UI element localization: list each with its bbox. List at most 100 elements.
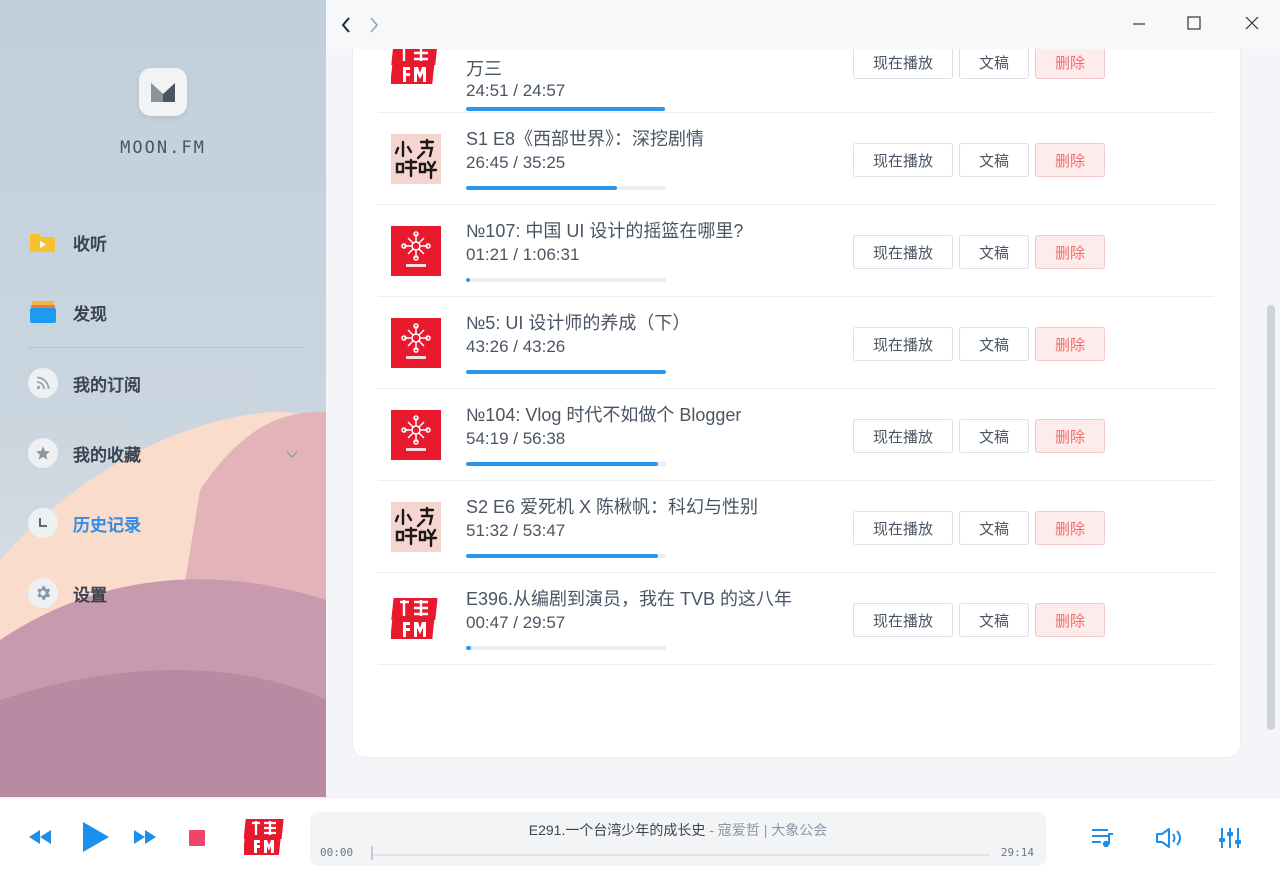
play-icon[interactable] bbox=[78, 820, 112, 854]
episode-progress-bar bbox=[466, 186, 666, 190]
anyway-fm-logo-icon bbox=[391, 226, 441, 276]
anyway-fm-logo-icon bbox=[391, 318, 441, 368]
seek-bar[interactable] bbox=[372, 854, 990, 856]
delete-button[interactable]: 删除 bbox=[1035, 419, 1105, 453]
xiaosheng-bibi-logo-icon bbox=[391, 502, 441, 552]
episode-time: 43:26 / 43:26 bbox=[466, 337, 566, 356]
episode-cover[interactable] bbox=[391, 318, 441, 368]
episode-title: №104: Vlog 时代不如做个 Blogger bbox=[466, 405, 742, 425]
episode-time: 26:45 / 35:25 bbox=[466, 153, 566, 172]
back-arrow-icon[interactable] bbox=[336, 15, 356, 35]
history-row: S2 E6 爱死机 X 陈楸帆：科幻与性别 51:32 / 53:47 现在播放 文稿… bbox=[378, 481, 1214, 573]
episode-progress-bar bbox=[466, 370, 666, 374]
episode-progress-fill bbox=[466, 462, 658, 466]
play-now-button[interactable]: 现在播放 bbox=[853, 511, 953, 545]
episode-progress-fill bbox=[466, 107, 665, 111]
gushi-fm-logo-icon bbox=[391, 594, 441, 644]
seek-handle[interactable] bbox=[371, 846, 373, 860]
volume-icon[interactable] bbox=[1154, 826, 1186, 850]
transcript-button[interactable]: 文稿 bbox=[959, 603, 1029, 637]
episode-progress-fill bbox=[466, 186, 617, 190]
episode-cover[interactable] bbox=[391, 410, 441, 460]
now-playing-title: E291.一个台湾少年的成长史 - 寇爱哲 | 大象公会 bbox=[310, 820, 1046, 840]
play-now-button[interactable]: 现在播放 bbox=[853, 143, 953, 177]
episode-progress-bar bbox=[466, 278, 666, 282]
maximize-icon[interactable] bbox=[1183, 12, 1205, 34]
anyway-fm-logo-icon bbox=[391, 410, 441, 460]
gushi-fm-logo-icon bbox=[244, 819, 284, 855]
episode-progress-bar bbox=[466, 554, 666, 558]
episode-time: 01:21 / 1:06:31 bbox=[466, 245, 580, 264]
forward-arrow-icon[interactable] bbox=[364, 15, 384, 35]
delete-button[interactable]: 删除 bbox=[1035, 45, 1105, 79]
sidebar: MOON.FM 收听 发现 我的订阅 我的收藏 历史记录 设置 bbox=[0, 0, 326, 797]
play-now-button[interactable]: 现在播放 bbox=[853, 603, 953, 637]
play-now-button[interactable]: 现在播放 bbox=[853, 45, 953, 79]
episode-cover[interactable] bbox=[391, 226, 441, 276]
episode-meta: - 寇爱哲 | 大象公会 bbox=[705, 822, 828, 838]
delete-button[interactable]: 删除 bbox=[1035, 235, 1105, 269]
episode-progress-bar bbox=[466, 107, 666, 111]
episode-progress-fill bbox=[466, 370, 666, 374]
moon-logo-icon bbox=[139, 68, 187, 116]
sidebar-item-subscriptions[interactable]: 我的订阅 bbox=[0, 348, 326, 418]
episode-progress-fill bbox=[466, 646, 472, 650]
episode-progress-bar bbox=[466, 646, 666, 650]
scrollbar[interactable] bbox=[1267, 305, 1275, 730]
episode-cover[interactable] bbox=[391, 134, 441, 184]
transcript-button[interactable]: 文稿 bbox=[959, 45, 1029, 79]
equalizer-icon[interactable] bbox=[1217, 826, 1243, 850]
player-bar: E291.一个台湾少年的成长史 - 寇爱哲 | 大象公会 00:00 29:14 bbox=[0, 797, 1280, 875]
title-bar bbox=[326, 0, 1280, 49]
current-time: 00:00 bbox=[320, 846, 354, 859]
delete-button[interactable]: 删除 bbox=[1035, 603, 1105, 637]
episode-title: E396.从编剧到演员，我在 TVB 的这八年 bbox=[466, 589, 793, 609]
close-icon[interactable] bbox=[1241, 12, 1263, 34]
episode-cover[interactable] bbox=[391, 594, 441, 644]
sidebar-item-settings[interactable]: 设置 bbox=[0, 558, 326, 628]
play-now-button[interactable]: 现在播放 bbox=[853, 419, 953, 453]
history-row: №104: Vlog 时代不如做个 Blogger 54:19 / 56:38 现在… bbox=[378, 389, 1214, 481]
layers-icon bbox=[28, 297, 58, 327]
transcript-button[interactable]: 文稿 bbox=[959, 419, 1029, 453]
xiaosheng-bibi-logo-icon bbox=[391, 134, 441, 184]
gear-icon bbox=[28, 578, 58, 608]
star-icon bbox=[28, 438, 58, 468]
sidebar-item-favorites[interactable]: 我的收藏 bbox=[0, 418, 326, 488]
episode-progress-bar bbox=[466, 462, 666, 466]
now-playing-panel: E291.一个台湾少年的成长史 - 寇爱哲 | 大象公会 00:00 29:14 bbox=[310, 812, 1046, 866]
episode-title: №107: 中国 UI 设计的摇篮在哪里? bbox=[466, 221, 744, 241]
chevron-down-icon[interactable] bbox=[286, 446, 298, 464]
history-list: E025.我表弟倾家荡产买了四个老婆，均价一万三24:51 / 24:57现在播… bbox=[353, 21, 1240, 665]
history-row: №107: 中国 UI 设计的摇篮在哪里? 01:21 / 1:06:31 现在播放… bbox=[378, 205, 1214, 297]
stop-icon[interactable] bbox=[189, 830, 205, 846]
duration: 29:14 bbox=[1000, 846, 1034, 859]
fast-forward-icon[interactable] bbox=[133, 828, 157, 846]
transcript-button[interactable]: 文稿 bbox=[959, 143, 1029, 177]
history-icon bbox=[28, 508, 58, 538]
minimize-icon[interactable] bbox=[1128, 12, 1150, 34]
delete-button[interactable]: 删除 bbox=[1035, 511, 1105, 545]
delete-button[interactable]: 删除 bbox=[1035, 327, 1105, 361]
app-name: MOON.FM bbox=[120, 138, 206, 158]
delete-button[interactable]: 删除 bbox=[1035, 143, 1105, 177]
transcript-button[interactable]: 文稿 bbox=[959, 511, 1029, 545]
transcript-button[interactable]: 文稿 bbox=[959, 327, 1029, 361]
episode-time: 51:32 / 53:47 bbox=[466, 521, 566, 540]
episode-time: 24:51 / 24:57 bbox=[466, 81, 566, 100]
play-now-button[interactable]: 现在播放 bbox=[853, 327, 953, 361]
now-playing-cover bbox=[244, 816, 286, 858]
folder-play-icon bbox=[28, 227, 58, 257]
sidebar-item-listen[interactable]: 收听 bbox=[0, 207, 326, 277]
sidebar-item-discover[interactable]: 发现 bbox=[0, 277, 326, 347]
playlist-icon[interactable] bbox=[1090, 826, 1116, 850]
rewind-icon[interactable] bbox=[28, 828, 52, 846]
episode-title: S2 E6 爱死机 X 陈楸帆：科幻与性别 bbox=[466, 497, 759, 517]
play-now-button[interactable]: 现在播放 bbox=[853, 235, 953, 269]
episode-time: 54:19 / 56:38 bbox=[466, 429, 566, 448]
sidebar-item-history[interactable]: 历史记录 bbox=[0, 488, 326, 558]
episode-progress-fill bbox=[466, 554, 658, 558]
rss-icon bbox=[28, 368, 58, 398]
episode-cover[interactable] bbox=[391, 502, 441, 552]
transcript-button[interactable]: 文稿 bbox=[959, 235, 1029, 269]
